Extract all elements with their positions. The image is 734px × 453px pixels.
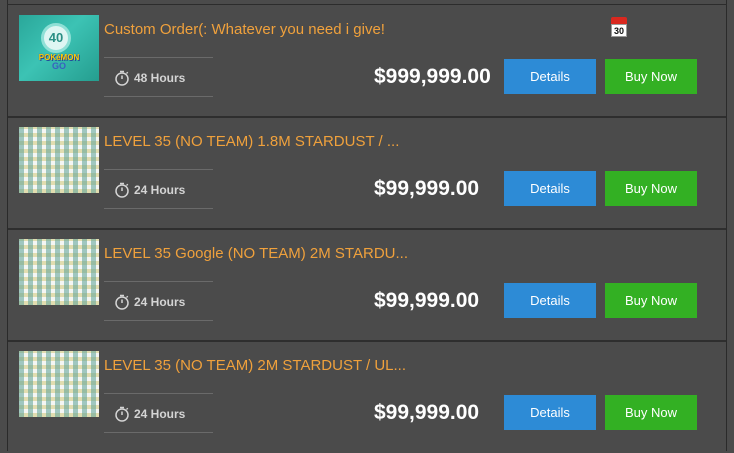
listing-item: 40 POKéMON GO Custom Order(: Whatever yo…	[8, 5, 726, 117]
listing-item: LEVEL 35 (NO TEAM) 2M STARDUST / UL... 2…	[8, 341, 726, 453]
listing-price: $999,999.00	[374, 65, 491, 88]
delivery-hours: 24 Hours	[134, 407, 186, 421]
delivery-time: 48 Hours	[104, 57, 213, 97]
listing-price: $99,999.00	[374, 401, 480, 424]
stopwatch-icon	[115, 182, 129, 198]
stopwatch-icon	[115, 406, 129, 422]
details-button[interactable]: Details	[504, 395, 596, 430]
details-button[interactable]: Details	[504, 283, 596, 318]
listing-title[interactable]: Custom Order(: Whatever you need i give!	[104, 21, 385, 38]
listing-item: LEVEL 35 (NO TEAM) 1.8M STARDUST / ... 2…	[8, 117, 726, 229]
buy-now-button[interactable]: Buy Now	[605, 171, 697, 206]
level-badge: 40	[41, 23, 71, 53]
delivery-hours: 48 Hours	[134, 71, 186, 85]
listing-price: $99,999.00	[374, 289, 480, 312]
listing-thumbnail[interactable]: 40 POKéMON GO	[19, 15, 99, 81]
details-button[interactable]: Details	[504, 171, 596, 206]
delivery-time: 24 Hours	[104, 393, 213, 433]
listing-thumbnail[interactable]	[19, 239, 99, 305]
delivery-time: 24 Hours	[104, 169, 213, 209]
delivery-time: 24 Hours	[104, 281, 213, 321]
buy-now-button[interactable]: Buy Now	[605, 59, 697, 94]
buy-now-button[interactable]: Buy Now	[605, 283, 697, 318]
buy-now-button[interactable]: Buy Now	[605, 395, 697, 430]
calendar-icon: 30	[611, 17, 627, 39]
listing-title[interactable]: LEVEL 35 (NO TEAM) 1.8M STARDUST / ...	[104, 133, 399, 150]
listing-price: $99,999.00	[374, 177, 480, 200]
listing-title[interactable]: LEVEL 35 Google (NO TEAM) 2M STARDU...	[104, 245, 408, 262]
details-button[interactable]: Details	[504, 59, 596, 94]
listing-thumbnail[interactable]	[19, 127, 99, 193]
listing-thumbnail[interactable]	[19, 351, 99, 417]
delivery-hours: 24 Hours	[134, 183, 186, 197]
pokemon-go-logo: POKéMON GO	[38, 53, 80, 71]
listing-title[interactable]: LEVEL 35 (NO TEAM) 2M STARDUST / UL...	[104, 357, 406, 374]
listing-item: LEVEL 35 Google (NO TEAM) 2M STARDU... 2…	[8, 229, 726, 341]
stopwatch-icon	[115, 294, 129, 310]
stopwatch-icon	[115, 70, 129, 86]
delivery-hours: 24 Hours	[134, 295, 186, 309]
